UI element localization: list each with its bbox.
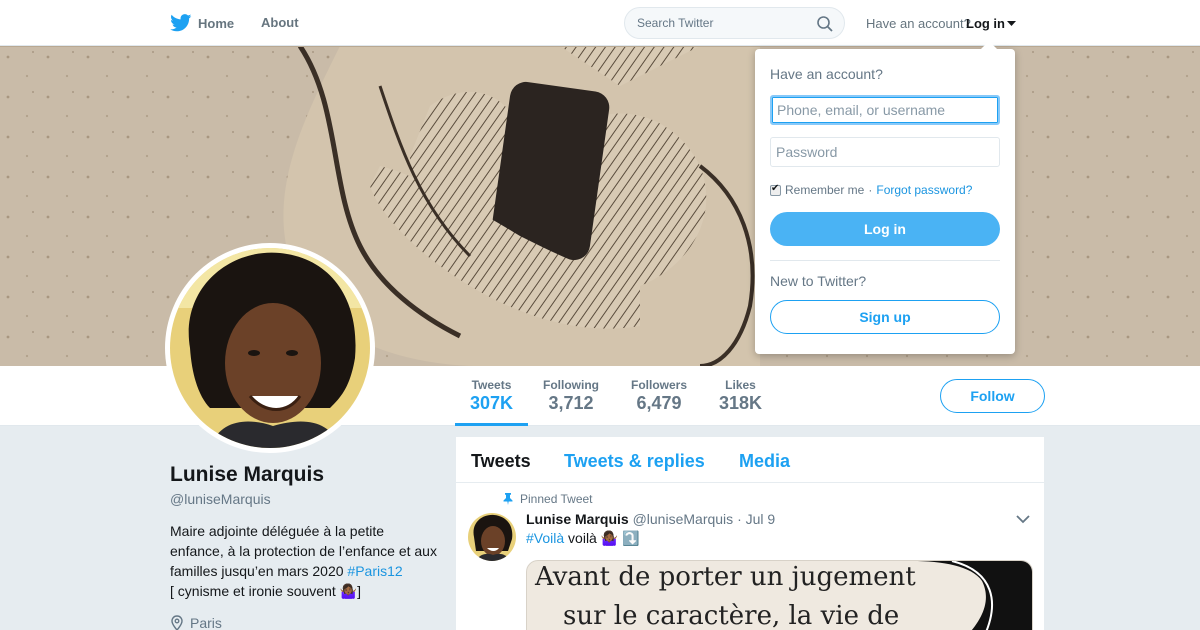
profile-bio: Maire adjointe déléguée à la petite enfa… [170,521,440,601]
search-input[interactable]: Search Twitter [624,7,845,39]
pinned-text: Pinned Tweet [520,492,593,506]
bio-text-2: [ cynisme et ironie souvent [170,583,340,599]
bio-emoji: 🤷🏾‍♀️ [339,583,358,599]
tweet-author-name[interactable]: Lunise Marquis [526,511,629,527]
follow-button[interactable]: Follow [940,379,1045,413]
bio-hashtag-link[interactable]: #Paris12 [347,563,402,579]
pin-icon [503,493,513,505]
location-pin-icon [171,615,183,630]
have-account-text: Have an account? [866,16,971,31]
remember-me-label[interactable]: Remember me [785,183,864,197]
pinned-tweet-label: Pinned Tweet [503,492,593,506]
tweet-author-avatar[interactable] [468,513,516,561]
bio-text-3: ] [357,583,361,599]
stat-value: 307K [470,393,514,413]
profile-name: Lunise Marquis [170,463,325,486]
tweet-date[interactable]: Jul 9 [746,511,776,527]
tweet-author-handle[interactable]: @luniseMarquis [633,511,734,527]
login-dropdown: Have an account? Remember me · Forgot pa… [755,41,1015,354]
twitter-bird-icon [170,14,192,32]
caret-down-icon [1007,20,1016,26]
stat-value: 6,479 [636,393,682,413]
dropdown-divider [770,260,1000,261]
remember-me-row: Remember me · Forgot password? [770,183,972,197]
forgot-password-link[interactable]: Forgot password? [876,183,972,197]
tweet-body: voilà 🤷🏾‍♀️ ⤵️ [564,530,640,546]
tweet-dot: · [737,511,742,527]
stat-label: Likes [725,378,756,392]
stat-following[interactable]: Following 3,712 [543,378,599,414]
signup-button[interactable]: Sign up [770,300,1000,334]
nav-home-link[interactable]: Home [170,12,234,34]
active-stat-underline [455,423,528,426]
tweet-timeline: Tweets Tweets & replies Media Pinned Twe… [456,437,1044,630]
profile-avatar[interactable] [165,243,375,453]
nav-home-label: Home [198,15,235,31]
tab-media[interactable]: Media [739,451,790,472]
search-placeholder: Search Twitter [637,16,714,30]
tweet-hashtag-link[interactable]: #Voilà [526,530,564,546]
remember-separator: · [868,183,873,197]
login-button[interactable]: Log in [770,212,1000,246]
stat-likes[interactable]: Likes 318K [719,378,762,414]
profile-handle: @luniseMarquis [170,491,271,507]
login-menu-label: Log in [966,16,1005,31]
tweet-image-text-line-1: Avant de porter un jugement [535,562,916,592]
stat-label: Tweets [471,378,512,392]
stat-tweets[interactable]: Tweets 307K [470,378,513,414]
tweet-header: Lunise Marquis @luniseMarquis · Jul 9 [526,511,775,527]
new-to-twitter-text: New to Twitter? [770,273,867,289]
login-menu-toggle[interactable]: Log in [966,16,1016,31]
profile-location: Paris [170,615,222,630]
nav-about-link[interactable]: About [261,15,299,30]
stat-followers[interactable]: Followers 6,479 [631,378,687,414]
remember-me-checkbox[interactable] [770,183,781,196]
tweet-image[interactable]: Avant de porter un jugement sur le carac… [526,560,1033,630]
tweet-image-silhouette [912,561,1032,630]
timeline-tabs: Tweets Tweets & replies Media [456,437,1044,483]
location-text: Paris [190,615,222,630]
chevron-down-icon[interactable] [1016,515,1030,524]
tweet-text: #Voilà voilà 🤷🏾‍♀️ ⤵️ [526,530,639,547]
stat-value: 318K [719,393,763,413]
username-field[interactable] [770,95,1000,125]
search-icon[interactable] [817,16,833,32]
stat-label: Followers [631,378,688,392]
dropdown-title: Have an account? [770,66,883,82]
tweet-image-text-line-2: sur le caractère, la vie de [563,601,900,630]
tab-tweets-replies[interactable]: Tweets & replies [564,451,705,472]
top-navigation-bar: Home About Search Twitter Have an accoun… [0,0,1200,46]
password-field[interactable] [770,137,1000,167]
tab-tweets[interactable]: Tweets [471,451,531,472]
avatar-photo [170,248,370,448]
stat-label: Following [543,378,599,392]
stat-value: 3,712 [548,393,594,413]
